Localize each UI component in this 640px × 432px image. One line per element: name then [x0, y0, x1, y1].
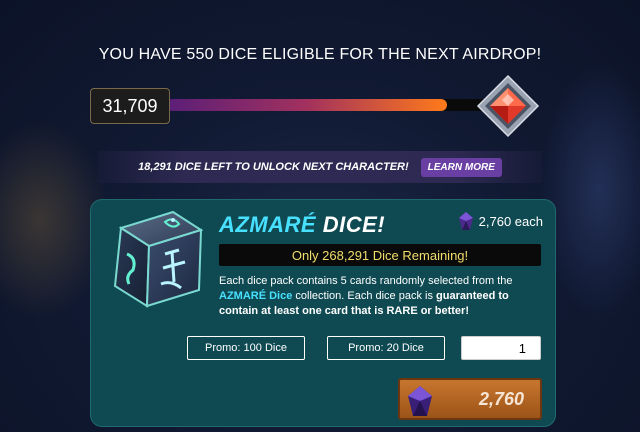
quantity-input[interactable]	[461, 336, 541, 360]
dice-pack-card: AZMARÉ DICE! 2,760 each Only 268,291 Dic…	[90, 199, 556, 427]
unlock-text: 18,291 DICE LEFT TO UNLOCK NEXT CHARACTE…	[138, 161, 409, 173]
pack-description: Each dice pack contains 5 cards randomly…	[219, 274, 545, 319]
promo-100-dice-button[interactable]: Promo: 100 Dice	[187, 336, 305, 360]
desc-brand: AZMARÉ Dice	[219, 290, 293, 302]
red-diamond-gem-icon	[476, 74, 540, 138]
purple-crystal-icon	[408, 386, 432, 416]
desc-part-2: collection. Each dice pack is	[292, 290, 437, 302]
airdrop-headline: YOU HAVE 550 DICE ELIGIBLE FOR THE NEXT …	[98, 46, 542, 63]
learn-more-button[interactable]: LEARN MORE	[420, 157, 502, 177]
unlock-character-banner: 18,291 DICE LEFT TO UNLOCK NEXT CHARACTE…	[98, 151, 542, 183]
dice-progress: 31,709	[90, 74, 550, 138]
promo-20-dice-button[interactable]: Promo: 20 Dice	[327, 336, 445, 360]
pack-title: AZMARÉ DICE!	[219, 212, 385, 238]
purple-crystal-icon	[458, 212, 473, 230]
desc-part-1: Each dice pack contains 5 cards randomly…	[219, 275, 513, 287]
dice-count: 31,709	[90, 88, 170, 124]
pack-title-rest: DICE!	[316, 212, 386, 237]
pack-title-brand: AZMARÉ	[219, 212, 317, 237]
progress-bar-fill	[166, 99, 448, 111]
azmare-dice-icon	[103, 206, 211, 314]
buy-button[interactable]: 2,760	[398, 378, 542, 420]
price-each: 2,760 each	[458, 212, 543, 230]
price-each-text: 2,760 each	[478, 213, 543, 229]
buy-total: 2,760	[478, 388, 524, 409]
remaining-notice: Only 268,291 Dice Remaining!	[219, 244, 541, 266]
